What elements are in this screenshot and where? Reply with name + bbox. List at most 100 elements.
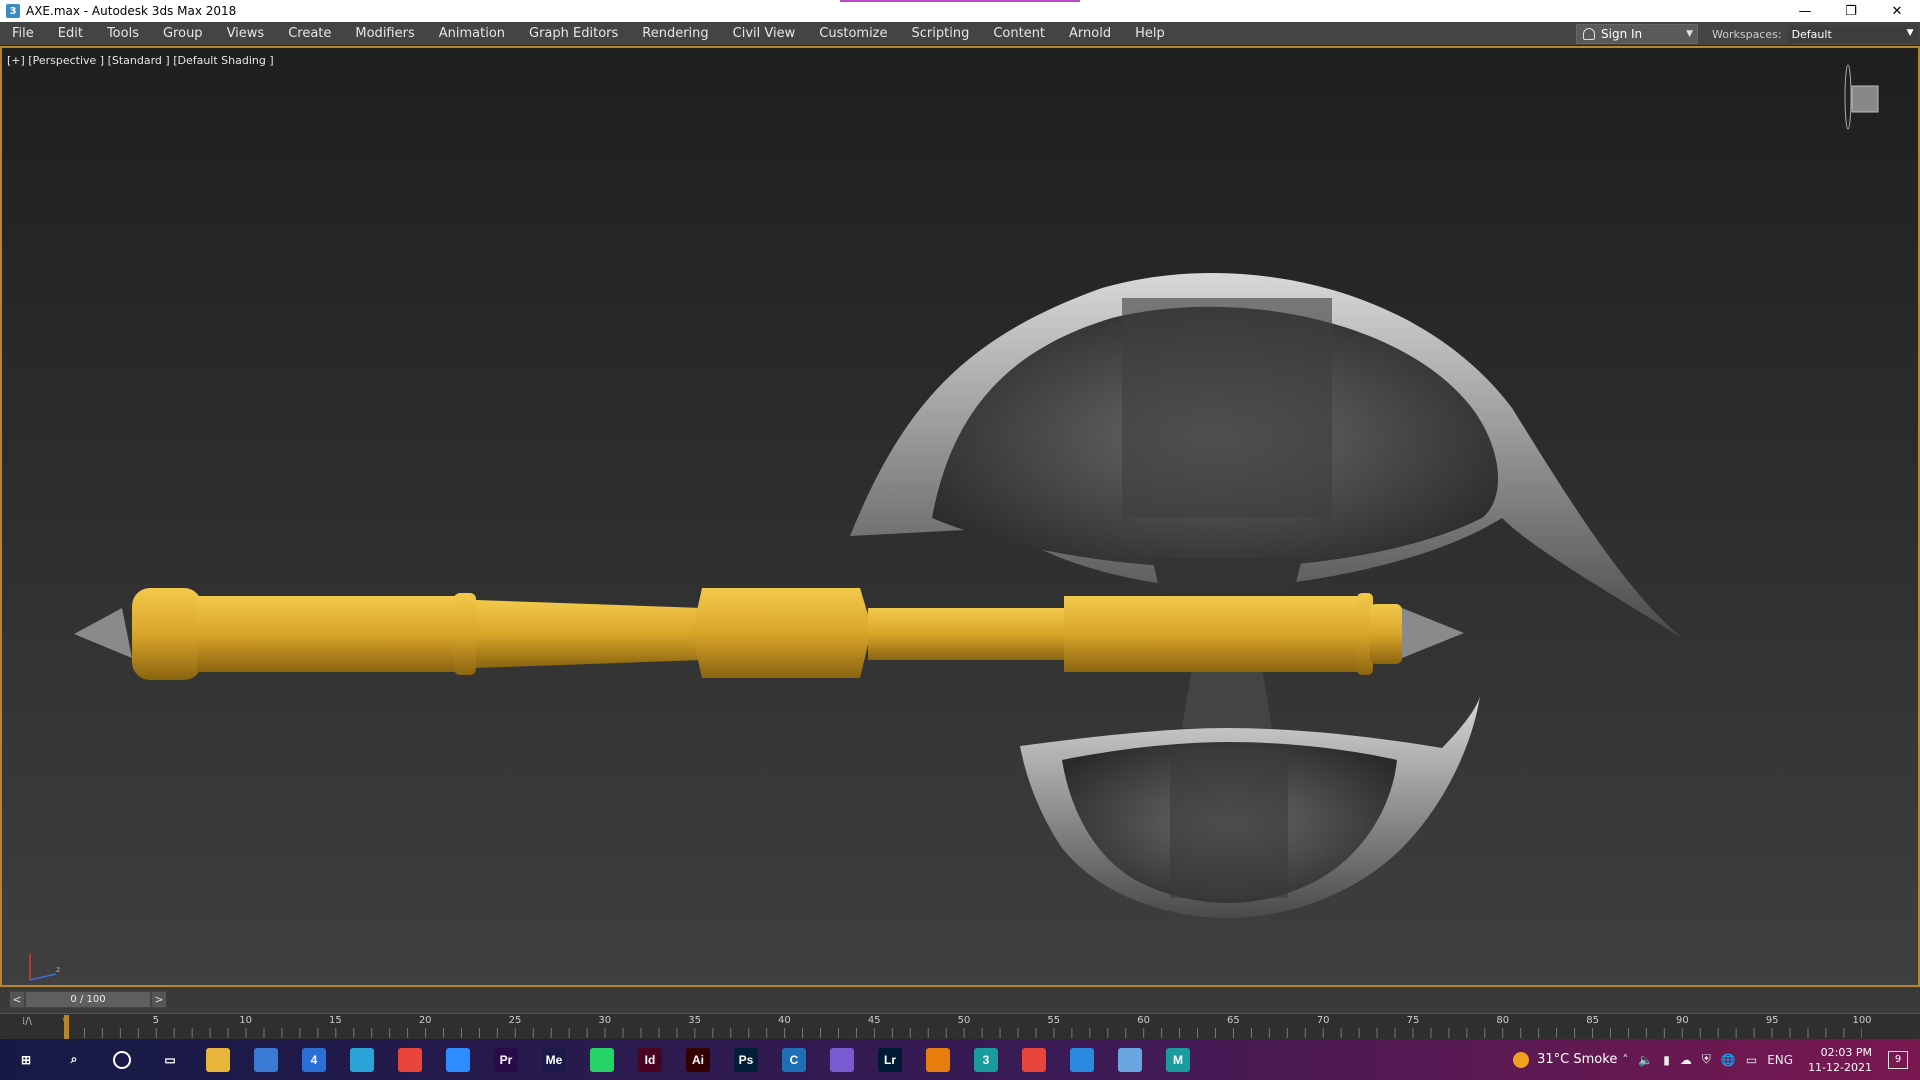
- menu-edit[interactable]: Edit: [46, 22, 95, 46]
- media-encoder-icon[interactable]: Me: [536, 1042, 572, 1078]
- notes-icon[interactable]: [1112, 1042, 1148, 1078]
- onedrive-icon[interactable]: ☁: [1680, 1053, 1692, 1067]
- clock-time: 02:03 PM: [1820, 1045, 1872, 1059]
- tick-label: 95: [1765, 1015, 1779, 1026]
- photoshop-icon-glyph: Ps: [734, 1047, 758, 1072]
- frame-indicator[interactable]: 0 / 100: [26, 992, 150, 1007]
- weather-icon[interactable]: [1513, 1051, 1530, 1068]
- menu-customize[interactable]: Customize: [807, 22, 899, 46]
- clock-date: 11-12-2021: [1808, 1060, 1872, 1074]
- app-icon: 3: [6, 4, 20, 18]
- minimize-icon[interactable]: —: [1782, 0, 1828, 22]
- menu-file[interactable]: File: [0, 22, 46, 46]
- tick-label: 90: [1676, 1015, 1689, 1026]
- cortana-icon-glyph: [113, 1050, 131, 1069]
- photoshop-icon[interactable]: Ps: [728, 1042, 764, 1078]
- ccleaner-icon-glyph: C: [782, 1047, 806, 1072]
- menu-tools[interactable]: Tools: [95, 22, 151, 46]
- restore-icon[interactable]: ❐: [1828, 0, 1874, 22]
- maya-icon-glyph: M: [1166, 1047, 1190, 1072]
- ie-icon[interactable]: [1064, 1042, 1100, 1078]
- edge-icon[interactable]: [344, 1042, 380, 1078]
- premiere-icon[interactable]: Pr: [488, 1042, 524, 1078]
- menu-graph-editors[interactable]: Graph Editors: [517, 22, 630, 46]
- chevron-down-icon: ▼: [1686, 29, 1693, 39]
- playhead[interactable]: [64, 1015, 69, 1039]
- tick-label: 30: [598, 1015, 612, 1026]
- sign-in-label: Sign In: [1601, 27, 1643, 41]
- weather-text[interactable]: 31°C Smoke: [1537, 1052, 1617, 1067]
- task-view-icon[interactable]: ▭: [152, 1042, 188, 1078]
- tick-label: 35: [688, 1015, 701, 1026]
- menu-civil-view[interactable]: Civil View: [721, 22, 808, 46]
- tick-label: 85: [1586, 1015, 1599, 1026]
- file-explorer-icon-glyph: [206, 1047, 230, 1072]
- tick-label: 50: [957, 1015, 971, 1026]
- axe-model[interactable]: [2, 48, 1918, 985]
- whatsapp-icon[interactable]: [584, 1042, 620, 1078]
- menu-arnold[interactable]: Arnold: [1057, 22, 1123, 46]
- defender-icon[interactable]: ⛨: [1702, 1052, 1711, 1067]
- menu-rendering[interactable]: Rendering: [630, 22, 720, 46]
- tick-label: 75: [1406, 1015, 1420, 1026]
- cortana-icon[interactable]: [104, 1042, 140, 1078]
- tick-label: 60: [1137, 1015, 1150, 1026]
- notification-center-button[interactable]: 9: [1888, 1050, 1908, 1069]
- clock[interactable]: 02:03 PM 11-12-2021: [1808, 1045, 1872, 1075]
- tick-label: 20: [418, 1015, 432, 1026]
- upper-blade: [850, 273, 1682, 638]
- mail-icon[interactable]: 4: [296, 1042, 332, 1078]
- taskbar-apps: ⊞ ⌕ ▭ 4 Pr Me Id Ai Ps C Lr 3 M: [2, 1042, 1202, 1078]
- ccleaner-icon[interactable]: C: [776, 1042, 812, 1078]
- tick-label: 80: [1496, 1015, 1510, 1026]
- blender-icon[interactable]: [920, 1042, 956, 1078]
- anydesk-icon[interactable]: [392, 1042, 428, 1078]
- workspaces-dropdown[interactable]: Default ▼: [1787, 25, 1918, 43]
- network-icon[interactable]: 🌐: [1721, 1053, 1736, 1067]
- track-bar-ticks: 0510152025303540455055606570758085909510…: [0, 1015, 1920, 1027]
- tick-label: 45: [867, 1015, 881, 1026]
- menu-scripting[interactable]: Scripting: [900, 22, 982, 46]
- display-icon[interactable]: ▭: [1746, 1053, 1757, 1067]
- menu-modifiers[interactable]: Modifiers: [343, 22, 426, 46]
- vpn-icon[interactable]: [824, 1042, 860, 1078]
- track-bar-tick-marks: [66, 1028, 1862, 1038]
- axis-tripod-icon: z: [29, 954, 60, 981]
- window-title: AXE.max - Autodesk 3ds Max 2018: [26, 4, 237, 18]
- menu-content[interactable]: Content: [981, 22, 1057, 46]
- language-indicator[interactable]: ENG: [1767, 1053, 1793, 1067]
- chevron-up-icon[interactable]: ˄: [1622, 1053, 1628, 1067]
- lightroom-icon[interactable]: Lr: [872, 1042, 908, 1078]
- next-frame-button[interactable]: >: [152, 992, 166, 1007]
- anydesk-icon-glyph: [398, 1047, 422, 1072]
- search-icon[interactable]: ⌕: [56, 1042, 92, 1078]
- battery-icon[interactable]: ▮: [1663, 1053, 1670, 1067]
- chrome-icon[interactable]: [1016, 1042, 1052, 1078]
- zoom-icon[interactable]: [440, 1042, 476, 1078]
- vpn-icon-glyph: [830, 1047, 854, 1072]
- windows-start-icon[interactable]: ⊞: [8, 1042, 44, 1078]
- menu-help[interactable]: Help: [1123, 22, 1177, 46]
- illustrator-icon[interactable]: Ai: [680, 1042, 716, 1078]
- file-explorer-icon[interactable]: [200, 1042, 236, 1078]
- indesign-icon-glyph: Id: [638, 1047, 662, 1072]
- track-bar[interactable]: ⁞/\ 051015202530354045505560657075808590…: [0, 1013, 1920, 1039]
- prev-frame-button[interactable]: <: [10, 992, 24, 1007]
- 3dsmax-icon[interactable]: 3: [968, 1042, 1004, 1078]
- 3dsmax-icon-glyph: 3: [974, 1047, 998, 1072]
- indesign-icon[interactable]: Id: [632, 1042, 668, 1078]
- sign-in-button[interactable]: Sign In ▼: [1576, 24, 1698, 44]
- tick-label: 100: [1852, 1015, 1872, 1026]
- time-slider[interactable]: < 0 / 100 >: [10, 991, 166, 1008]
- close-icon[interactable]: ✕: [1874, 0, 1920, 22]
- menu-animation[interactable]: Animation: [427, 22, 517, 46]
- volume-icon[interactable]: 🔈: [1638, 1053, 1653, 1067]
- perspective-viewport[interactable]: [+] [Perspective ] [Standard ] [Default …: [0, 46, 1920, 987]
- store-icon[interactable]: [248, 1042, 284, 1078]
- menu-group[interactable]: Group: [151, 22, 215, 46]
- menu-views[interactable]: Views: [215, 22, 277, 46]
- mail-icon-glyph: 4: [302, 1047, 326, 1072]
- windows-taskbar: ⊞ ⌕ ▭ 4 Pr Me Id Ai Ps C Lr 3 M 31°C Smoke ˄ 🔈 ▮ ☁ ⛨…: [0, 1039, 1920, 1080]
- maya-icon[interactable]: M: [1160, 1042, 1196, 1078]
- menu-create[interactable]: Create: [276, 22, 343, 46]
